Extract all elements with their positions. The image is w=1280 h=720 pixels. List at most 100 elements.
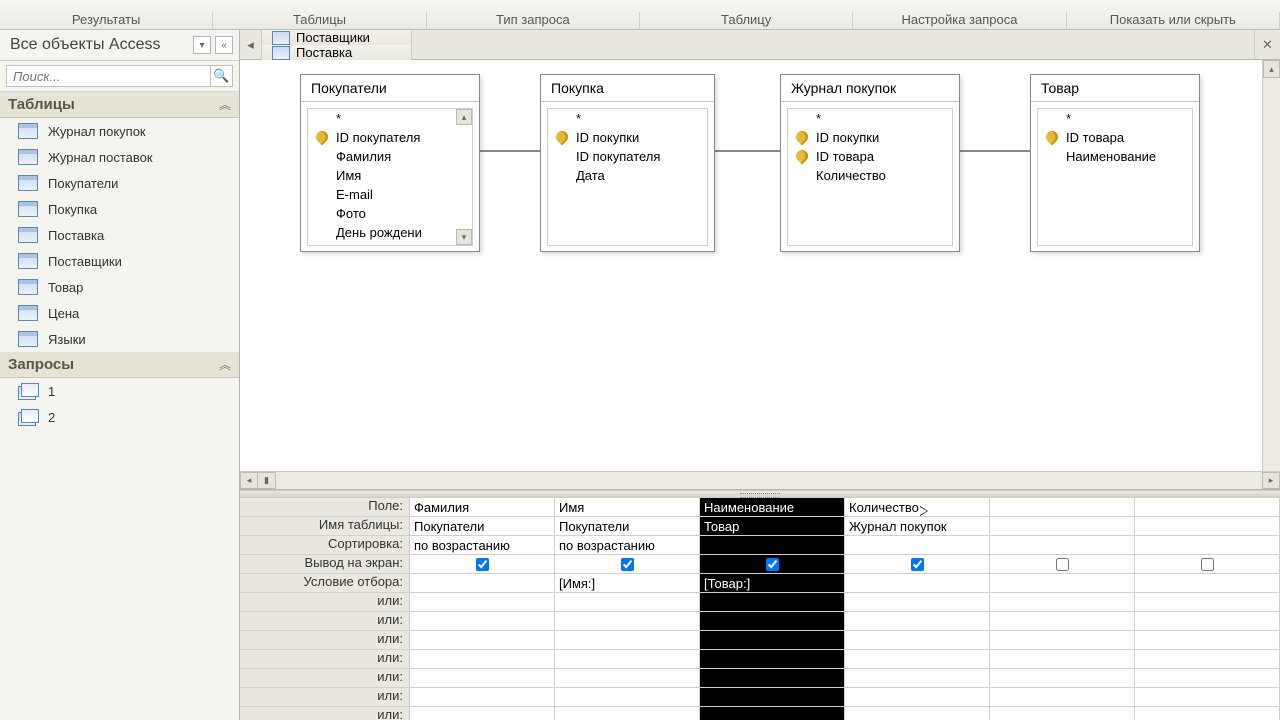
section-queries-header[interactable]: Запросы ︽ — [0, 352, 239, 378]
table-field[interactable]: Фото — [308, 204, 472, 223]
grid-cell[interactable] — [1135, 498, 1280, 516]
query-grid[interactable]: Поле:ФамилияИмяНаименованиеКоличествоИмя… — [240, 498, 1280, 720]
grid-cell[interactable] — [845, 669, 990, 687]
grid-cell[interactable] — [845, 707, 990, 720]
grid-cell[interactable] — [410, 650, 555, 668]
nav-dropdown-icon[interactable]: ▾ — [193, 36, 211, 54]
grid-cell[interactable] — [700, 707, 845, 720]
grid-cell[interactable] — [700, 650, 845, 668]
grid-cell[interactable] — [1135, 574, 1280, 592]
search-icon[interactable]: 🔍 — [211, 65, 233, 87]
diagram-table-title[interactable]: Покупка — [541, 75, 714, 102]
grid-cell[interactable]: [Товар:] — [700, 574, 845, 592]
grid-cell-show[interactable] — [1135, 555, 1280, 573]
grid-cell[interactable] — [700, 593, 845, 611]
grid-cell[interactable] — [990, 593, 1135, 611]
grid-cell[interactable] — [555, 669, 700, 687]
grid-cell[interactable]: [Имя:] — [555, 574, 700, 592]
nav-item-table[interactable]: Поставка — [0, 222, 239, 248]
grid-cell[interactable] — [845, 631, 990, 649]
grid-cell[interactable] — [1135, 688, 1280, 706]
grid-cell[interactable]: Покупатели — [410, 517, 555, 535]
nav-item-table[interactable]: Покупка — [0, 196, 239, 222]
scroll-up-icon[interactable]: ▴ — [1263, 60, 1280, 78]
query-diagram[interactable]: Покупатели *ID покупателяФамилияИмяE-mai… — [240, 60, 1280, 490]
grid-cell[interactable] — [700, 612, 845, 630]
diagram-table[interactable]: Журнал покупок *ID покупкиID товараКолич… — [780, 74, 960, 252]
table-field[interactable]: * — [788, 109, 952, 128]
section-tables-header[interactable]: Таблицы ︽ — [0, 92, 239, 118]
grid-cell[interactable] — [845, 612, 990, 630]
grid-cell[interactable] — [845, 536, 990, 554]
nav-item-table[interactable]: Покупатели — [0, 170, 239, 196]
grid-cell[interactable] — [990, 650, 1135, 668]
tab[interactable]: Поставка — [262, 45, 412, 60]
grid-cell[interactable] — [1135, 707, 1280, 720]
grid-cell[interactable] — [700, 536, 845, 554]
grid-cell[interactable] — [555, 707, 700, 720]
grid-cell[interactable] — [410, 669, 555, 687]
nav-item-table[interactable]: Журнал покупок — [0, 118, 239, 144]
tab[interactable]: Поставщики — [262, 30, 412, 45]
tab-scroll-left-icon[interactable]: ◂ — [240, 30, 262, 59]
grid-cell[interactable]: Наименование — [700, 498, 845, 516]
grid-cell[interactable] — [555, 650, 700, 668]
grid-cell[interactable] — [845, 650, 990, 668]
show-checkbox[interactable] — [621, 558, 634, 571]
nav-item-table[interactable]: Товар — [0, 274, 239, 300]
table-field[interactable]: * — [1038, 109, 1192, 128]
relation-line[interactable] — [715, 150, 780, 152]
grid-cell-show[interactable] — [555, 555, 700, 573]
grid-cell[interactable] — [990, 669, 1135, 687]
splitter[interactable] — [240, 490, 1280, 498]
show-checkbox[interactable] — [476, 558, 489, 571]
nav-item-table[interactable]: Журнал поставок — [0, 144, 239, 170]
grid-cell-show[interactable] — [845, 555, 990, 573]
table-field[interactable]: Дата — [548, 166, 707, 185]
nav-item-query[interactable]: 1 — [0, 378, 239, 404]
table-field[interactable]: * — [548, 109, 707, 128]
table-field[interactable]: ID покупки — [548, 128, 707, 147]
table-field[interactable]: День рождени — [308, 223, 472, 242]
grid-cell[interactable] — [845, 574, 990, 592]
diagram-table-title[interactable]: Покупатели — [301, 75, 479, 102]
diagram-vscroll[interactable]: ▴ — [1262, 60, 1280, 490]
table-field[interactable]: E-mail — [308, 185, 472, 204]
show-checkbox[interactable] — [1056, 558, 1069, 571]
scroll-left-icon[interactable]: ◂ — [240, 472, 258, 489]
grid-cell[interactable] — [845, 688, 990, 706]
diagram-table[interactable]: Покупатели *ID покупателяФамилияИмяE-mai… — [300, 74, 480, 252]
diagram-table[interactable]: Покупка *ID покупкиID покупателяДата — [540, 74, 715, 252]
grid-cell[interactable] — [1135, 517, 1280, 535]
grid-cell[interactable]: Имя — [555, 498, 700, 516]
grid-cell[interactable] — [1135, 650, 1280, 668]
scroll-handle[interactable]: ▮ — [258, 472, 276, 489]
grid-cell[interactable] — [1135, 536, 1280, 554]
show-checkbox[interactable] — [766, 558, 779, 571]
scroll-up-icon[interactable]: ▴ — [456, 109, 472, 125]
diagram-table-title[interactable]: Журнал покупок — [781, 75, 959, 102]
grid-cell-show[interactable] — [700, 555, 845, 573]
grid-cell[interactable] — [410, 593, 555, 611]
grid-cell[interactable]: Количество — [845, 498, 990, 516]
grid-cell[interactable]: Фамилия — [410, 498, 555, 516]
nav-item-table[interactable]: Языки — [0, 326, 239, 352]
nav-item-query[interactable]: 2 — [0, 404, 239, 430]
grid-cell[interactable]: Журнал покупок — [845, 517, 990, 535]
grid-cell[interactable] — [555, 688, 700, 706]
diagram-hscroll[interactable]: ◂ ▮ ▸ — [240, 471, 1280, 489]
relation-line[interactable] — [960, 150, 1030, 152]
grid-cell[interactable] — [555, 631, 700, 649]
grid-cell[interactable]: Товар — [700, 517, 845, 535]
grid-cell[interactable] — [845, 593, 990, 611]
table-field[interactable]: ID покупателя — [548, 147, 707, 166]
table-field[interactable]: Фамилия — [308, 147, 472, 166]
grid-cell[interactable] — [990, 612, 1135, 630]
grid-cell[interactable]: по возрастанию — [555, 536, 700, 554]
grid-cell[interactable] — [990, 688, 1135, 706]
show-checkbox[interactable] — [911, 558, 924, 571]
grid-cell[interactable] — [990, 517, 1135, 535]
scroll-down-icon[interactable]: ▾ — [456, 229, 472, 245]
table-field[interactable]: Количество — [788, 166, 952, 185]
diagram-table[interactable]: Товар *ID товараНаименование — [1030, 74, 1200, 252]
